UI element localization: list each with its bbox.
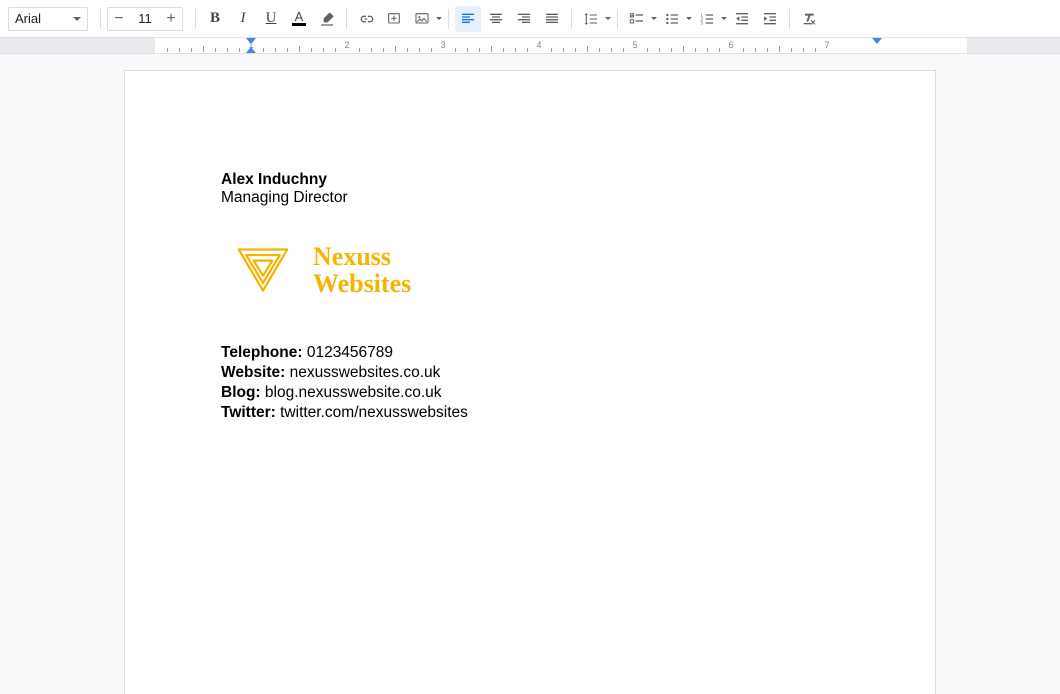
separator [789,9,790,29]
contact-label: Website: [221,364,290,381]
contact-value: blog.nexusswebsite.co.uk [265,384,442,401]
separator [448,9,449,29]
contact-value: 0123456789 [307,344,393,361]
ruler-number: 6 [728,40,733,50]
insert-link-button[interactable] [353,6,379,32]
signature-name: Alex Induchny [221,171,839,189]
contact-line: Website: nexusswebsites.co.uk [221,364,839,382]
underline-button[interactable]: U [258,6,284,32]
right-indent-marker[interactable] [872,38,882,44]
clear-formatting-button[interactable] [796,6,822,32]
chevron-down-icon [73,17,81,21]
font-size-decrease-button[interactable]: − [108,8,130,30]
contact-label: Telephone: [221,344,307,361]
font-size-group: − 11 + [107,7,183,31]
bold-button[interactable]: B [202,6,228,32]
chevron-down-icon [686,17,692,20]
text-color-button[interactable]: A [286,6,312,32]
ruler-number: 4 [536,40,541,50]
triangle-logo-icon [235,245,291,295]
ruler-margin-right [967,38,1060,53]
separator [100,9,101,29]
contact-label: Blog: [221,384,265,401]
font-size-value[interactable]: 11 [130,11,160,26]
bulleted-list-button[interactable] [659,6,692,32]
align-justify-button[interactable] [539,6,565,32]
contact-label: Twitter: [221,404,280,421]
chevron-down-icon [436,17,442,20]
ruler-margin-left [0,38,155,53]
align-left-button[interactable] [455,6,481,32]
document-workspace: Alex Induchny Managing Director Nexuss W… [0,54,1060,694]
font-family-select[interactable]: Arial [8,7,88,31]
insert-image-button[interactable] [409,6,442,32]
document-page[interactable]: Alex Induchny Managing Director Nexuss W… [124,70,936,694]
ruler-number: 7 [824,40,829,50]
company-logo: Nexuss Websites [235,243,839,298]
logo-line1: Nexuss [313,243,411,270]
separator [346,9,347,29]
svg-text:3: 3 [700,20,703,25]
ruler-number: 3 [440,40,445,50]
contact-value: nexusswebsites.co.uk [290,364,441,381]
logo-line2: Websites [313,270,411,297]
left-indent-marker[interactable] [246,47,256,53]
checklist-button[interactable] [624,6,657,32]
separator [571,9,572,29]
line-spacing-button[interactable] [578,6,611,32]
ruler-number: 2 [344,40,349,50]
horizontal-ruler[interactable]: 1234567 [0,38,1060,54]
font-size-increase-button[interactable]: + [160,8,182,30]
align-center-button[interactable] [483,6,509,32]
separator [195,9,196,29]
insert-comment-button[interactable] [381,6,407,32]
ruler-number: 5 [632,40,637,50]
contact-line: Blog: blog.nexusswebsite.co.uk [221,384,839,402]
contact-line: Twitter: twitter.com/nexusswebsites [221,404,839,422]
align-right-button[interactable] [511,6,537,32]
decrease-indent-button[interactable] [729,6,755,32]
highlight-color-button[interactable] [314,6,340,32]
separator [617,9,618,29]
chevron-down-icon [605,17,611,20]
increase-indent-button[interactable] [757,6,783,32]
company-logo-text: Nexuss Websites [313,243,411,298]
first-line-indent-marker[interactable] [246,38,256,44]
italic-button[interactable]: I [230,6,256,32]
formatting-toolbar: Arial − 11 + B I U A [0,0,1060,38]
chevron-down-icon [651,17,657,20]
font-family-value: Arial [15,11,41,26]
contact-value: twitter.com/nexusswebsites [280,404,468,421]
signature-title: Managing Director [221,189,839,207]
chevron-down-icon [721,17,727,20]
contact-line: Telephone: 0123456789 [221,344,839,362]
numbered-list-button[interactable]: 123 [694,6,727,32]
